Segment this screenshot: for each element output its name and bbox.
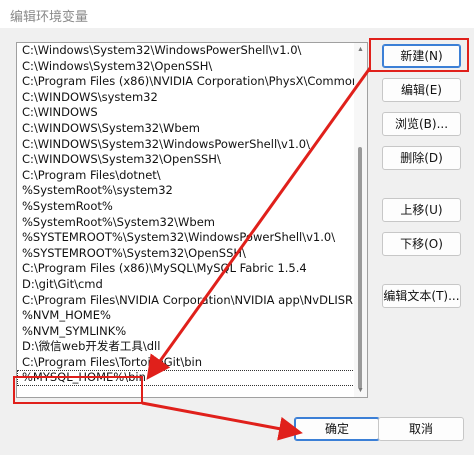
title-bar: 编辑环境变量 (0, 0, 474, 28)
list-item[interactable]: C:\WINDOWS\System32\OpenSSH\ (17, 152, 355, 168)
scroll-thumb[interactable] (358, 147, 362, 389)
vertical-scrollbar[interactable]: ▲ ▼ (354, 43, 367, 397)
edit-text-button[interactable]: 编辑文本(T)... (382, 284, 461, 308)
path-list-rows: C:\Windows\System32\WindowsPowerShell\v1… (17, 43, 355, 387)
list-item[interactable]: C:\WINDOWS\System32\WindowsPowerShell\v1… (17, 137, 355, 153)
new-button[interactable]: 新建(N) (382, 44, 461, 68)
delete-button[interactable]: 删除(D) (382, 146, 461, 170)
list-item[interactable]: C:\WINDOWS (17, 105, 355, 121)
browse-button[interactable]: 浏览(B)... (382, 112, 461, 136)
cancel-button[interactable]: 取消 (378, 417, 464, 441)
list-item[interactable]: C:\Program Files\NVIDIA Corporation\NVID… (17, 293, 355, 309)
edit-env-var-dialog: 编辑环境变量 C:\Windows\System32\WindowsPowerS… (0, 0, 474, 455)
list-item[interactable]: %NVM_HOME% (17, 308, 355, 324)
list-item[interactable]: D:\微信web开发者工具\dll (17, 339, 355, 355)
list-item[interactable]: %SystemRoot%\system32 (17, 183, 355, 199)
list-item[interactable]: C:\WINDOWS\System32\Wbem (17, 121, 355, 137)
path-list[interactable]: C:\Windows\System32\WindowsPowerShell\v1… (16, 42, 368, 398)
move-up-button[interactable]: 上移(U) (382, 198, 461, 222)
scroll-up-arrow-icon[interactable]: ▲ (356, 45, 365, 54)
list-item[interactable]: C:\WINDOWS\system32 (17, 90, 355, 106)
edit-button[interactable]: 编辑(E) (382, 78, 461, 102)
ok-button[interactable]: 确定 (294, 417, 380, 441)
dialog-title: 编辑环境变量 (10, 10, 89, 25)
list-item[interactable]: C:\Program Files\dotnet\ (17, 168, 355, 184)
list-item[interactable]: C:\Windows\System32\WindowsPowerShell\v1… (17, 43, 355, 59)
list-item[interactable]: C:\Windows\System32\OpenSSH\ (17, 59, 355, 75)
list-item[interactable]: %MYSQL_HOME%\bin (17, 370, 355, 387)
scroll-down-arrow-icon[interactable]: ▼ (356, 386, 365, 395)
move-down-button[interactable]: 下移(O) (382, 232, 461, 256)
list-item[interactable]: C:\Program Files (x86)\NVIDIA Corporatio… (17, 74, 355, 90)
list-item[interactable]: %NVM_SYMLINK% (17, 324, 355, 340)
list-item[interactable]: %SYSTEMROOT%\System32\WindowsPowerShell\… (17, 230, 355, 246)
list-item[interactable]: C:\Program Files (x86)\MySQL\MySQL Fabri… (17, 261, 355, 277)
arrow-to-ok-icon (141, 401, 303, 441)
list-item[interactable]: %SystemRoot%\System32\Wbem (17, 215, 355, 231)
list-item[interactable]: %SystemRoot% (17, 199, 355, 215)
list-item[interactable]: %SYSTEMROOT%\System32\OpenSSH\ (17, 246, 355, 262)
list-item[interactable]: C:\Program Files\TortoiseGit\bin (17, 355, 355, 371)
list-item[interactable]: D:\git\Git\cmd (17, 277, 355, 293)
